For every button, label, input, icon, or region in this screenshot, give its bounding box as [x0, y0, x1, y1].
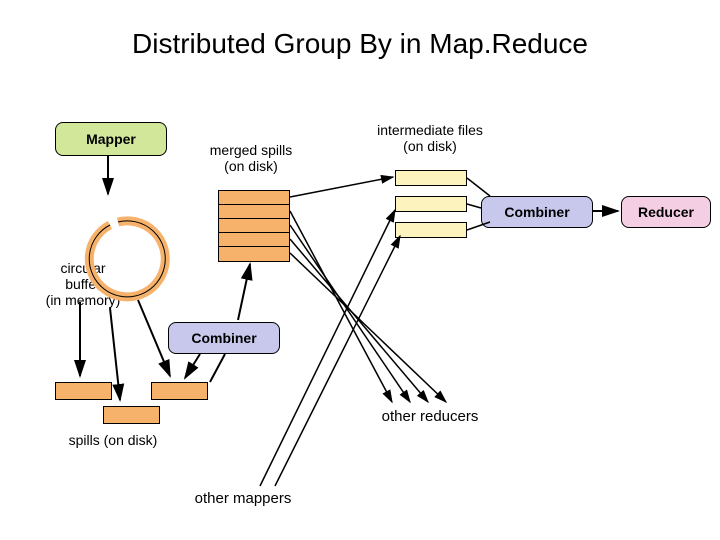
other-reducers-label: other reducers — [370, 408, 490, 425]
intermediate-label: intermediate files (on disk) — [360, 122, 500, 154]
mapper-box: Mapper — [55, 122, 167, 156]
spill-rect — [151, 382, 208, 400]
circular-buffer-label: circular buffer (in memory) — [38, 260, 128, 308]
page-title: Distributed Group By in Map.Reduce — [0, 28, 720, 60]
combiner-box-1: Combiner — [168, 322, 280, 354]
merged-spills-label: merged spills (on disk) — [196, 142, 306, 174]
spills-label: spills (on disk) — [58, 432, 168, 448]
reducer-label: Reducer — [638, 204, 694, 220]
reducer-box: Reducer — [621, 196, 711, 228]
spill-rect — [55, 382, 112, 400]
combiner-label-1: Combiner — [191, 330, 256, 346]
other-mappers-label: other mappers — [188, 490, 298, 507]
spill-rect — [103, 406, 160, 424]
combiner-box-2: Combiner — [481, 196, 593, 228]
mapper-label: Mapper — [86, 131, 136, 147]
combiner-label-2: Combiner — [504, 204, 569, 220]
